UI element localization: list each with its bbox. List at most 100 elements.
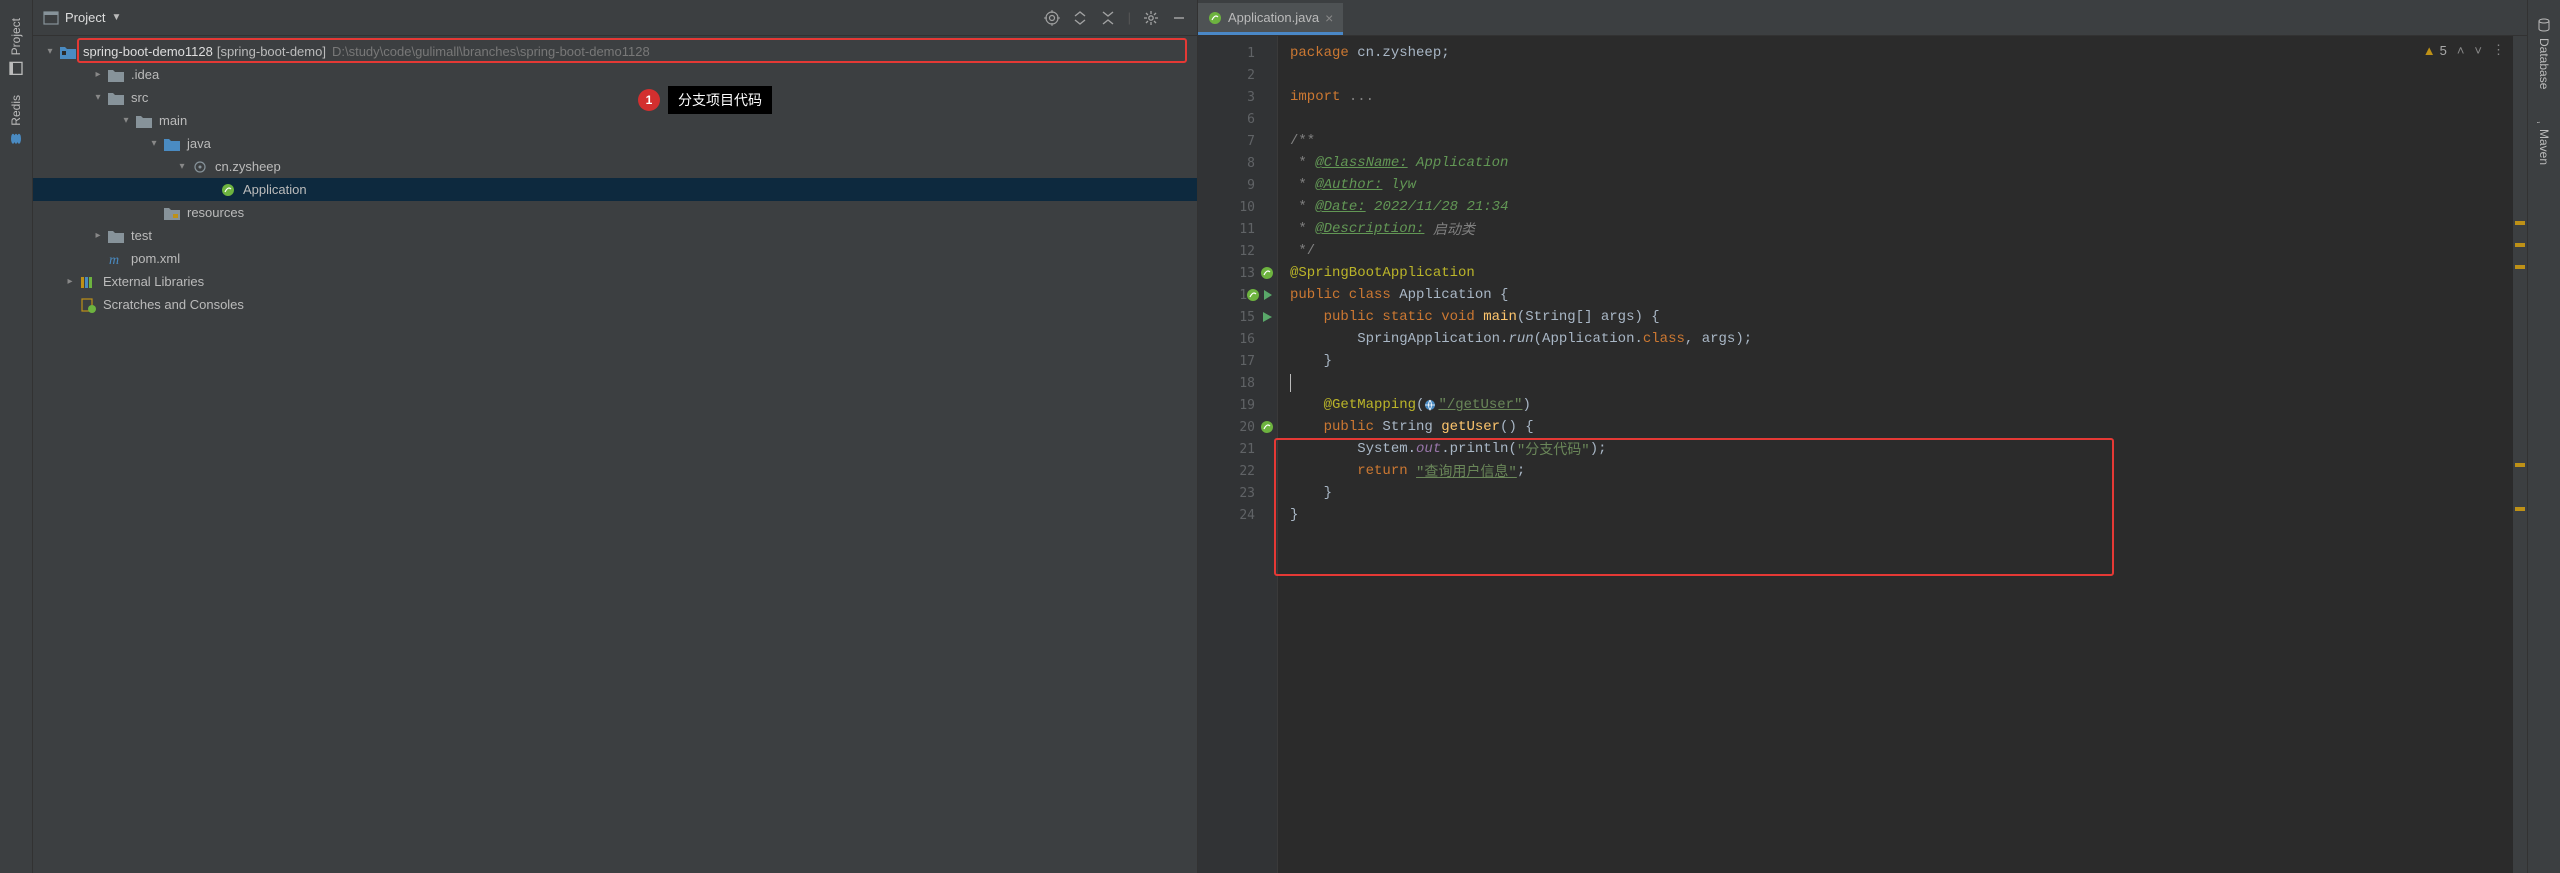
tree-node[interactable]: Scratches and Consoles <box>33 293 1197 316</box>
code-line[interactable] <box>1290 372 2527 394</box>
gutter-line[interactable]: 8 <box>1198 152 1277 174</box>
gutter-line[interactable]: 16 <box>1198 328 1277 350</box>
gutter-line[interactable]: 13 <box>1198 262 1277 284</box>
tree-node[interactable]: ▾cn.zysheep <box>33 155 1197 178</box>
code-line[interactable]: */ <box>1290 240 2527 262</box>
editor-body: 1236789101112131415161718192021222324 pa… <box>1198 36 2527 873</box>
code-line[interactable]: @GetMapping("/getUser") <box>1290 394 2527 416</box>
gutter-line[interactable]: 7 <box>1198 130 1277 152</box>
code-line[interactable]: public String getUser() { <box>1290 416 2527 438</box>
tree-node[interactable]: ▸test <box>33 224 1197 247</box>
right-tab-database[interactable]: Database <box>2533 8 2555 99</box>
code-line[interactable]: * @ClassName: Application <box>1290 152 2527 174</box>
gear-icon[interactable] <box>1143 10 1159 26</box>
project-dropdown-icon[interactable]: ▼ <box>111 12 121 23</box>
gutter-line[interactable]: 2 <box>1198 64 1277 86</box>
code-line[interactable] <box>1290 108 2527 130</box>
chevron-icon[interactable] <box>91 252 105 266</box>
gutter-line[interactable]: 12 <box>1198 240 1277 262</box>
code-line[interactable]: SpringApplication.run(Application.class,… <box>1290 328 2527 350</box>
code-line[interactable]: import ... <box>1290 86 2527 108</box>
chevron-icon[interactable] <box>203 183 217 197</box>
right-tab-maven[interactable]: m Maven <box>2533 99 2555 175</box>
gutter-line[interactable]: 14 <box>1198 284 1277 306</box>
tree-node[interactable]: ▸.idea <box>33 63 1197 86</box>
chevron-icon[interactable] <box>147 206 161 220</box>
gutter-line[interactable]: 17 <box>1198 350 1277 372</box>
chevron-down-icon[interactable]: ▾ <box>43 45 57 59</box>
code-line[interactable]: @SpringBootApplication <box>1290 262 2527 284</box>
chevron-icon[interactable]: ▾ <box>147 137 161 151</box>
code-line[interactable]: package cn.zysheep; <box>1290 42 2527 64</box>
gutter-line[interactable]: 15 <box>1198 306 1277 328</box>
folder-icon <box>135 112 153 130</box>
run-spring-icon[interactable] <box>1245 287 1275 303</box>
tree-root[interactable]: ▾ spring-boot-demo1128 [spring-boot-demo… <box>33 40 1197 63</box>
code-line[interactable]: * @Author: lyw <box>1290 174 2527 196</box>
chevron-icon[interactable]: ▸ <box>91 68 105 82</box>
gutter-line[interactable]: 22 <box>1198 460 1277 482</box>
chevron-icon[interactable]: ▾ <box>119 114 133 128</box>
gutter-line[interactable]: 3 <box>1198 86 1277 108</box>
spring-icon[interactable] <box>1259 419 1275 435</box>
project-panel-header: Project ▼ | <box>33 0 1197 36</box>
chevron-up-icon[interactable]: ˄ <box>2457 43 2465 58</box>
gutter-line[interactable]: 11 <box>1198 218 1277 240</box>
callout-number: 1 <box>638 89 660 111</box>
code-line[interactable]: /** <box>1290 130 2527 152</box>
gutter-line[interactable]: 23 <box>1198 482 1277 504</box>
gutter-line[interactable]: 20 <box>1198 416 1277 438</box>
left-tool-strip: Project Redis <box>0 0 33 873</box>
code-line[interactable]: * @Description: 启动类 <box>1290 218 2527 240</box>
gutter-line[interactable]: 6 <box>1198 108 1277 130</box>
module-folder-icon <box>59 43 77 61</box>
expand-all-icon[interactable] <box>1072 10 1088 26</box>
tree-node-label: src <box>131 90 148 105</box>
left-tab-project[interactable]: Project <box>5 8 27 85</box>
code-area[interactable]: package cn.zysheep; import ... /** * @Clas… <box>1278 36 2527 873</box>
editor-gutter[interactable]: 1236789101112131415161718192021222324 <box>1198 36 1278 873</box>
code-line[interactable]: public static void main(String[] args) { <box>1290 306 2527 328</box>
editor-tab-application[interactable]: Application.java × <box>1198 3 1343 35</box>
annotation-highlight-code <box>1274 438 2114 576</box>
gutter-line[interactable]: 1 <box>1198 42 1277 64</box>
close-icon[interactable]: × <box>1325 10 1333 26</box>
code-line[interactable] <box>1290 64 2527 86</box>
gutter-line[interactable]: 24 <box>1198 504 1277 526</box>
chevron-down-icon[interactable]: ˅ <box>2474 43 2482 58</box>
tree-node[interactable]: ▾main <box>33 109 1197 132</box>
editor-inspections[interactable]: ▲5 ˄ ˅ ⋮ <box>2423 42 2505 58</box>
gutter-line[interactable]: 10 <box>1198 196 1277 218</box>
editor-tab-bar: Application.java × <box>1198 0 2527 36</box>
target-icon[interactable] <box>1044 10 1060 26</box>
tree-node[interactable]: ▸External Libraries <box>33 270 1197 293</box>
gutter-line[interactable]: 21 <box>1198 438 1277 460</box>
left-tab-redis[interactable]: Redis <box>5 85 27 156</box>
tree-node[interactable]: ▾java <box>33 132 1197 155</box>
chevron-icon[interactable]: ▾ <box>175 160 189 174</box>
chevron-icon[interactable]: ▾ <box>91 91 105 105</box>
code-line[interactable]: } <box>1290 350 2527 372</box>
gutter-line[interactable]: 19 <box>1198 394 1277 416</box>
collapse-all-icon[interactable] <box>1100 10 1116 26</box>
tree-node[interactable]: resources <box>33 201 1197 224</box>
project-tree[interactable]: ▾ spring-boot-demo1128 [spring-boot-demo… <box>33 36 1197 873</box>
more-icon[interactable]: ⋮ <box>2492 42 2505 58</box>
tree-node[interactable]: Application <box>33 178 1197 201</box>
gutter-line[interactable]: 18 <box>1198 372 1277 394</box>
minimize-icon[interactable] <box>1171 10 1187 26</box>
error-stripe[interactable] <box>2513 36 2527 873</box>
code-line[interactable]: public class Application { <box>1290 284 2527 306</box>
code-line[interactable]: * @Date: 2022/11/28 21:34 <box>1290 196 2527 218</box>
left-tab-redis-label: Redis <box>9 95 23 126</box>
package-icon <box>191 158 209 176</box>
spring-icon[interactable] <box>1259 265 1275 281</box>
tree-node[interactable]: mpom.xml <box>33 247 1197 270</box>
tree-node[interactable]: ▾ src <box>33 86 1197 109</box>
chevron-icon[interactable]: ▸ <box>63 275 77 289</box>
chevron-icon[interactable] <box>63 298 77 312</box>
run-icon[interactable] <box>1259 309 1275 325</box>
project-panel-title[interactable]: Project <box>65 10 105 25</box>
chevron-icon[interactable]: ▸ <box>91 229 105 243</box>
gutter-line[interactable]: 9 <box>1198 174 1277 196</box>
